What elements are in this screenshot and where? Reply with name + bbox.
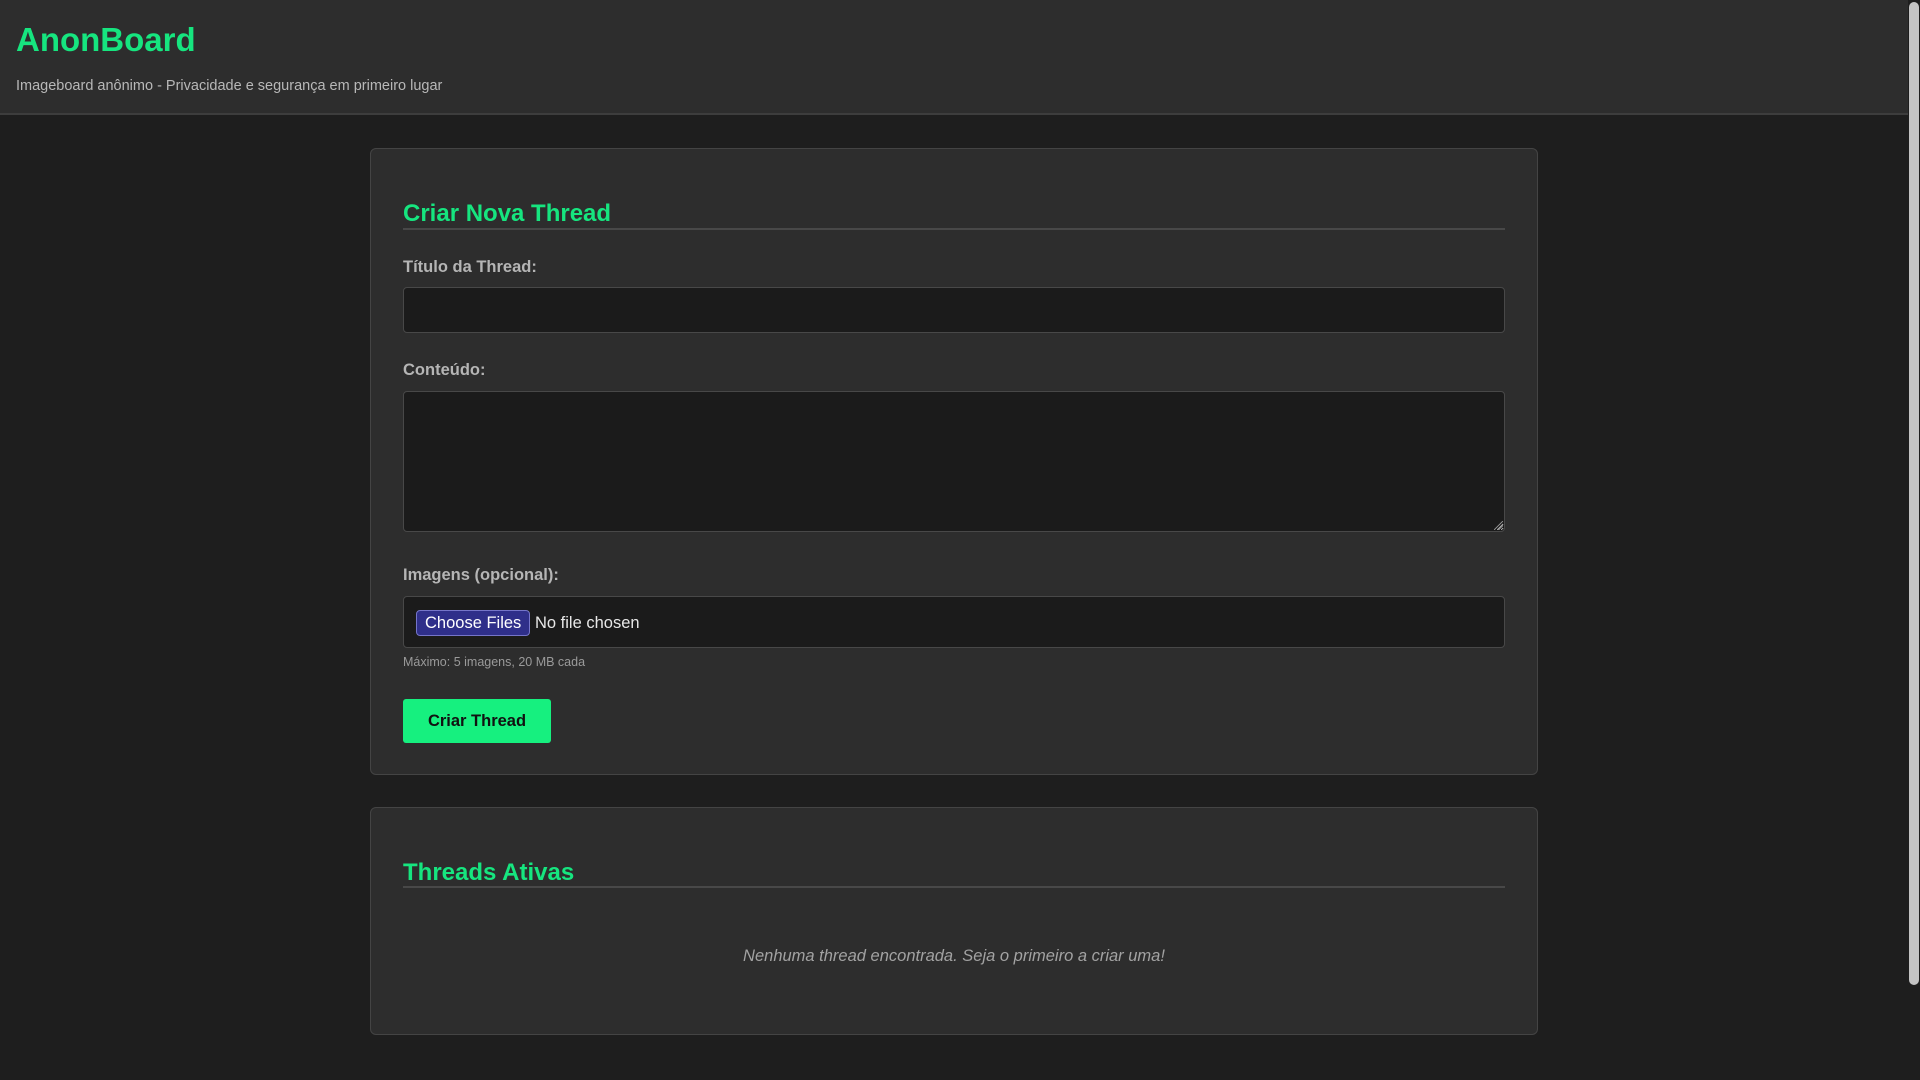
create-thread-divider [403, 228, 1505, 230]
resize-grip-icon[interactable] [1494, 521, 1503, 530]
active-threads-panel: Threads Ativas Nenhuma thread encontrada… [370, 807, 1538, 1035]
page: AnonBoard Imageboard anônimo - Privacida… [0, 0, 1920, 1080]
create-thread-panel: Criar Nova Thread Título da Thread: Cont… [370, 148, 1538, 775]
empty-threads-message: Nenhuma thread encontrada. Seja o primei… [743, 947, 1165, 965]
file-status-text: No file chosen [535, 614, 640, 632]
site-header: AnonBoard Imageboard anônimo - Privacida… [0, 0, 1908, 115]
choose-files-button[interactable]: Choose Files [416, 610, 531, 636]
content-textarea[interactable] [403, 391, 1505, 532]
content-textarea-wrapper [403, 391, 1505, 532]
active-threads-divider [403, 886, 1505, 888]
file-limit-hint: Máximo: 5 imagens, 20 MB cada [403, 655, 586, 669]
site-title[interactable]: AnonBoard [16, 20, 196, 60]
scrollbar-thumb[interactable] [1909, 2, 1919, 985]
images-label: Imagens (opcional): [403, 566, 559, 584]
thread-title-label: Título da Thread: [403, 258, 537, 276]
create-thread-heading: Criar Nova Thread [403, 200, 612, 227]
file-input[interactable]: Choose Files No file chosen [403, 596, 1505, 648]
active-threads-heading: Threads Ativas [403, 859, 575, 886]
create-thread-button[interactable]: Criar Thread [403, 699, 551, 743]
site-tagline: Imageboard anônimo - Privacidade e segur… [16, 78, 443, 94]
thread-title-input[interactable] [403, 287, 1505, 333]
content-label: Conteúdo: [403, 361, 486, 379]
